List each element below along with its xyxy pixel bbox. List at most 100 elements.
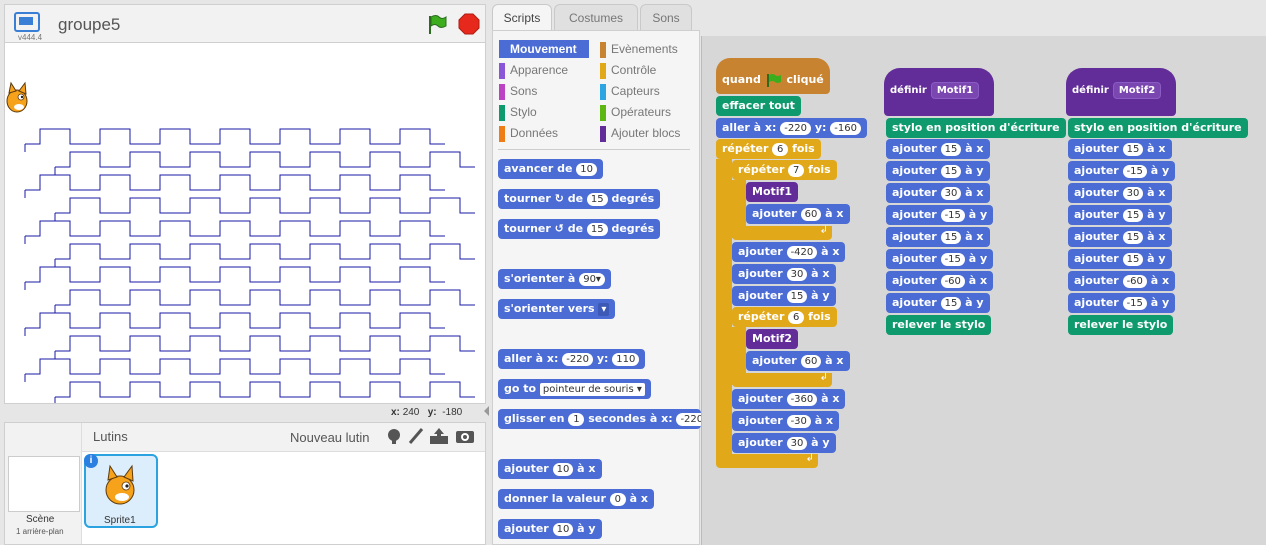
block-goto-xy[interactable]: aller à x: -220 y: -160 bbox=[716, 118, 867, 138]
rotate-left-icon: ↺ bbox=[554, 222, 564, 235]
category-control[interactable]: Contrôle bbox=[600, 61, 695, 79]
category-motion[interactable]: Mouvement bbox=[499, 40, 589, 58]
block-pen-down[interactable]: stylo en position d'écriture bbox=[886, 118, 1066, 138]
block-repeat-outer[interactable]: répéter 6 fois bbox=[716, 139, 821, 159]
block-change-step[interactable]: ajouter -60 à x bbox=[1068, 271, 1176, 291]
y-label: y: bbox=[427, 407, 437, 418]
block-change-step[interactable]: ajouter 30 à x bbox=[1068, 183, 1172, 203]
block-change-step[interactable]: ajouter 15 à y bbox=[1068, 205, 1172, 225]
scene-backdrops: 1 arrière-plan bbox=[16, 527, 64, 536]
tab-scripts[interactable]: Scripts bbox=[492, 4, 552, 30]
block-goto-xy[interactable]: aller à x: -220 y: 110 bbox=[498, 349, 646, 369]
block-turn-right[interactable]: tourner ↻ de 15 degrés bbox=[498, 189, 661, 209]
block-pen-up[interactable]: relever le stylo bbox=[1068, 315, 1174, 335]
sprite-name: Sprite1 bbox=[104, 515, 136, 526]
block-change-step[interactable]: ajouter -15 à y bbox=[1068, 293, 1176, 313]
collapse-stage-arrow-icon[interactable] bbox=[484, 406, 489, 416]
scene-thumbnail[interactable] bbox=[8, 456, 80, 512]
project-title[interactable]: groupe5 bbox=[58, 15, 120, 35]
palette-divider bbox=[498, 149, 690, 150]
block-change-y[interactable]: ajouter 10 à y bbox=[498, 519, 602, 539]
block-clear[interactable]: effacer tout bbox=[716, 96, 801, 116]
green-flag-icon bbox=[766, 74, 781, 87]
block-goto[interactable]: go to pointeur de souris ▾ bbox=[498, 379, 651, 399]
block-change-x[interactable]: ajouter 60 à x bbox=[746, 204, 850, 224]
block-pen-up[interactable]: relever le stylo bbox=[886, 315, 992, 335]
block-call-motif1[interactable]: Motif1 bbox=[746, 182, 798, 202]
block-point-direction[interactable]: s'orienter à 90▾ bbox=[498, 269, 611, 289]
fullscreen-icon[interactable] bbox=[14, 12, 40, 32]
block-change-step[interactable]: ajouter 15 à y bbox=[1068, 249, 1172, 269]
sprites-title: Lutins bbox=[93, 429, 128, 444]
block-change-step[interactable]: ajouter 15 à y bbox=[886, 293, 990, 313]
block-change-step[interactable]: ajouter -15 à y bbox=[886, 249, 994, 269]
block-change-x[interactable]: ajouter -30 à x bbox=[732, 411, 840, 431]
block-call-motif2[interactable]: Motif2 bbox=[746, 329, 798, 349]
block-change-step[interactable]: ajouter -60 à x bbox=[886, 271, 994, 291]
block-change-x[interactable]: ajouter 60 à x bbox=[746, 351, 850, 371]
block-change-x[interactable]: ajouter 30 à x bbox=[732, 264, 836, 284]
block-change-step[interactable]: ajouter 30 à x bbox=[886, 183, 990, 203]
block-define-motif1[interactable]: définir Motif1 bbox=[884, 68, 994, 116]
new-sprite-label: Nouveau lutin bbox=[290, 430, 370, 445]
upload-icon[interactable] bbox=[429, 427, 449, 445]
sprite-cat-on-stage[interactable] bbox=[5, 77, 35, 117]
categories-left: Mouvement Apparence Sons Stylo Données bbox=[499, 40, 589, 142]
category-looks[interactable]: Apparence bbox=[499, 61, 589, 79]
block-change-x[interactable]: ajouter -420 à x bbox=[732, 242, 846, 262]
block-change-x[interactable]: ajouter 10 à x bbox=[498, 459, 602, 479]
block-change-step[interactable]: ajouter 15 à y bbox=[886, 161, 990, 181]
repeat-inner-1-foot: ↲ bbox=[732, 225, 832, 240]
block-change-step[interactable]: ajouter 15 à x bbox=[1068, 227, 1172, 247]
x-label: x: bbox=[391, 407, 400, 418]
category-operators[interactable]: Opérateurs bbox=[600, 103, 695, 121]
camera-icon[interactable] bbox=[455, 428, 475, 444]
pen-trail bbox=[24, 128, 475, 403]
category-data[interactable]: Données bbox=[499, 124, 589, 142]
block-change-step[interactable]: ajouter 15 à x bbox=[886, 139, 990, 159]
green-flag-icon[interactable] bbox=[426, 13, 448, 35]
block-move-steps[interactable]: avancer de 10 bbox=[498, 159, 603, 179]
block-turn-left[interactable]: tourner ↺ de 15 degrés bbox=[498, 219, 661, 239]
block-when-flag-clicked[interactable]: quand cliqué bbox=[716, 58, 830, 94]
version-label: v444.4 bbox=[18, 33, 43, 42]
block-set-x[interactable]: donner la valeur 0 à x bbox=[498, 489, 654, 509]
block-change-step[interactable]: ajouter -15 à y bbox=[1068, 161, 1176, 181]
paint-brush-icon[interactable] bbox=[407, 427, 425, 445]
block-change-x[interactable]: ajouter -360 à x bbox=[732, 389, 846, 409]
categories-right: Evènements Contrôle Capteurs Opérateurs … bbox=[600, 40, 695, 142]
category-events[interactable]: Evènements bbox=[600, 40, 695, 58]
sprite-cat-icon bbox=[105, 464, 135, 505]
block-change-y[interactable]: ajouter 15 à y bbox=[732, 286, 836, 306]
category-pen[interactable]: Stylo bbox=[499, 103, 589, 121]
category-sensing[interactable]: Capteurs bbox=[600, 82, 695, 100]
mouse-coordinates: x: 240 y: -180 bbox=[391, 407, 462, 418]
block-repeat-inner-2[interactable]: répéter 6 fois bbox=[732, 307, 837, 327]
x-value: 240 bbox=[402, 407, 420, 418]
category-more-blocks[interactable]: Ajouter blocs bbox=[600, 124, 695, 142]
info-icon[interactable]: i bbox=[84, 454, 98, 468]
scene-label: Scène bbox=[26, 514, 55, 525]
block-glide[interactable]: glisser en 1 secondes à x: -220 bbox=[498, 409, 701, 429]
block-change-step[interactable]: ajouter 15 à x bbox=[1068, 139, 1172, 159]
y-value: -180 bbox=[442, 407, 463, 418]
repeat-outer-arm bbox=[716, 159, 732, 460]
block-define-motif2[interactable]: définir Motif2 bbox=[1066, 68, 1176, 116]
repeat-outer-foot: ↲ bbox=[716, 453, 818, 468]
stage[interactable] bbox=[4, 42, 486, 404]
block-point-towards[interactable]: s'orienter vers ▾ bbox=[498, 299, 616, 319]
block-repeat-inner-1[interactable]: répéter 7 fois bbox=[732, 160, 837, 180]
block-pen-down[interactable]: stylo en position d'écriture bbox=[1068, 118, 1248, 138]
tab-costumes[interactable]: Costumes bbox=[554, 4, 638, 30]
rotate-right-icon: ↻ bbox=[554, 192, 564, 205]
stage-drawing bbox=[24, 128, 475, 403]
sprite-library-icon[interactable] bbox=[385, 427, 403, 445]
tab-sounds[interactable]: Sons bbox=[640, 4, 692, 30]
block-change-y[interactable]: ajouter 30 à y bbox=[732, 433, 836, 453]
block-change-step[interactable]: ajouter -15 à y bbox=[886, 205, 994, 225]
block-change-step[interactable]: ajouter 15 à x bbox=[886, 227, 990, 247]
stop-icon[interactable] bbox=[458, 13, 480, 35]
category-sound[interactable]: Sons bbox=[499, 82, 589, 100]
define-name-motif1: Motif1 bbox=[930, 82, 980, 99]
define-name-motif2: Motif2 bbox=[1112, 82, 1162, 99]
